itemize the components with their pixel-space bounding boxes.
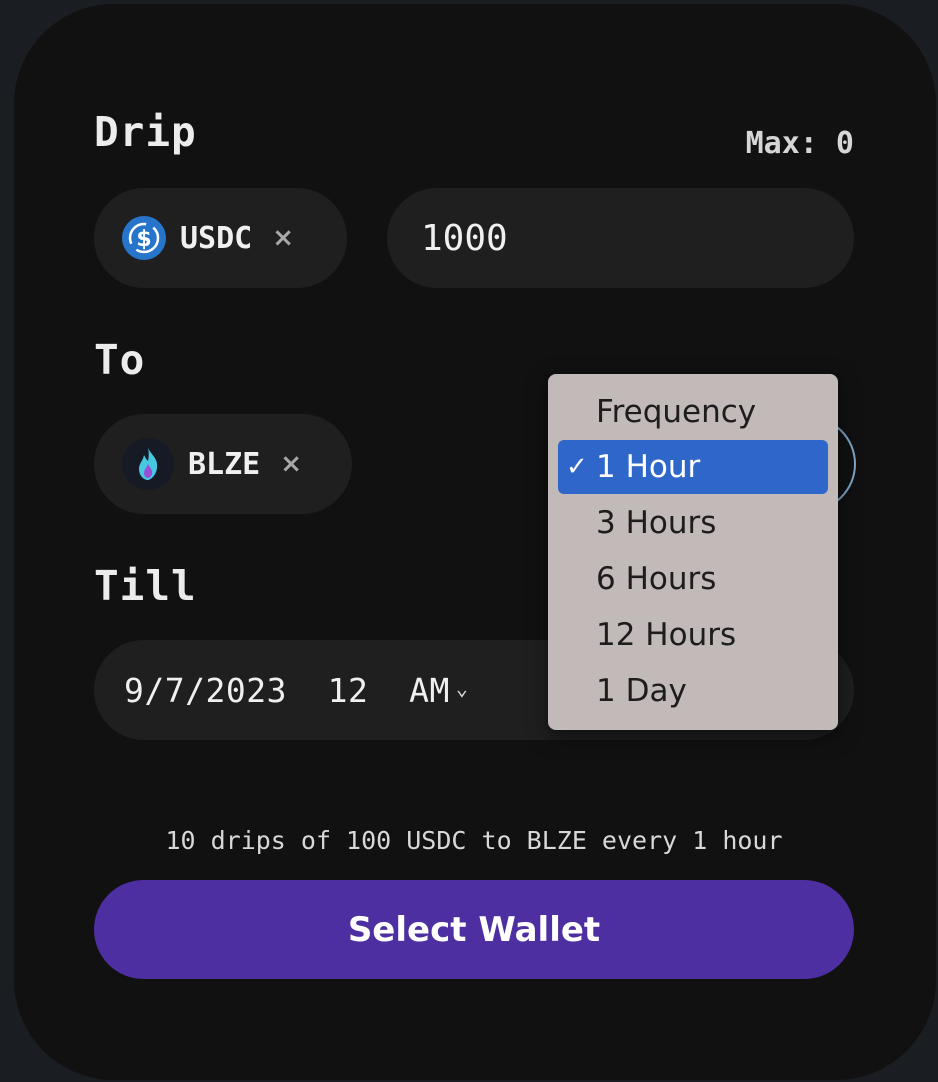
- checkmark-icon: ✓: [566, 452, 588, 482]
- usdc-icon: $: [122, 216, 166, 260]
- frequency-option-6-hours[interactable]: 6 Hours: [558, 552, 828, 606]
- till-date-value[interactable]: 9/7/2023 12 AM: [94, 671, 450, 710]
- to-label: To: [94, 336, 146, 384]
- drip-amount-value[interactable]: 1000: [387, 218, 508, 259]
- drip-label: Drip: [94, 108, 197, 156]
- frequency-option-1-day[interactable]: 1 Day: [558, 664, 828, 718]
- select-wallet-button[interactable]: Select Wallet: [94, 880, 854, 979]
- svg-text:$: $: [136, 227, 151, 252]
- drip-token-selector[interactable]: $ USDC ×: [94, 188, 347, 288]
- chevron-down-icon[interactable]: ⌄: [456, 676, 468, 700]
- drip-token-symbol: USDC: [180, 220, 253, 256]
- max-balance[interactable]: Max: 0: [746, 126, 854, 161]
- frequency-dropdown-menu: Frequency ✓ 1 Hour 3 Hours 6 Hours 12 Ho…: [548, 374, 838, 730]
- frequency-menu-title: Frequency: [596, 394, 757, 430]
- frequency-option-3-hours[interactable]: 3 Hours: [558, 496, 828, 550]
- remove-drip-token-icon[interactable]: ×: [272, 223, 294, 253]
- to-token-selector[interactable]: BLZE ×: [94, 414, 352, 514]
- flame-icon: [122, 438, 174, 490]
- remove-to-token-icon[interactable]: ×: [280, 449, 302, 479]
- to-token-symbol: BLZE: [188, 446, 261, 482]
- drip-summary-text: 10 drips of 100 USDC to BLZE every 1 hou…: [165, 826, 783, 855]
- till-label: Till: [94, 562, 197, 610]
- frequency-option-12-hours[interactable]: 12 Hours: [558, 608, 828, 662]
- drip-amount-input[interactable]: 1000: [387, 188, 854, 288]
- frequency-option-1-hour[interactable]: ✓ 1 Hour: [558, 440, 828, 494]
